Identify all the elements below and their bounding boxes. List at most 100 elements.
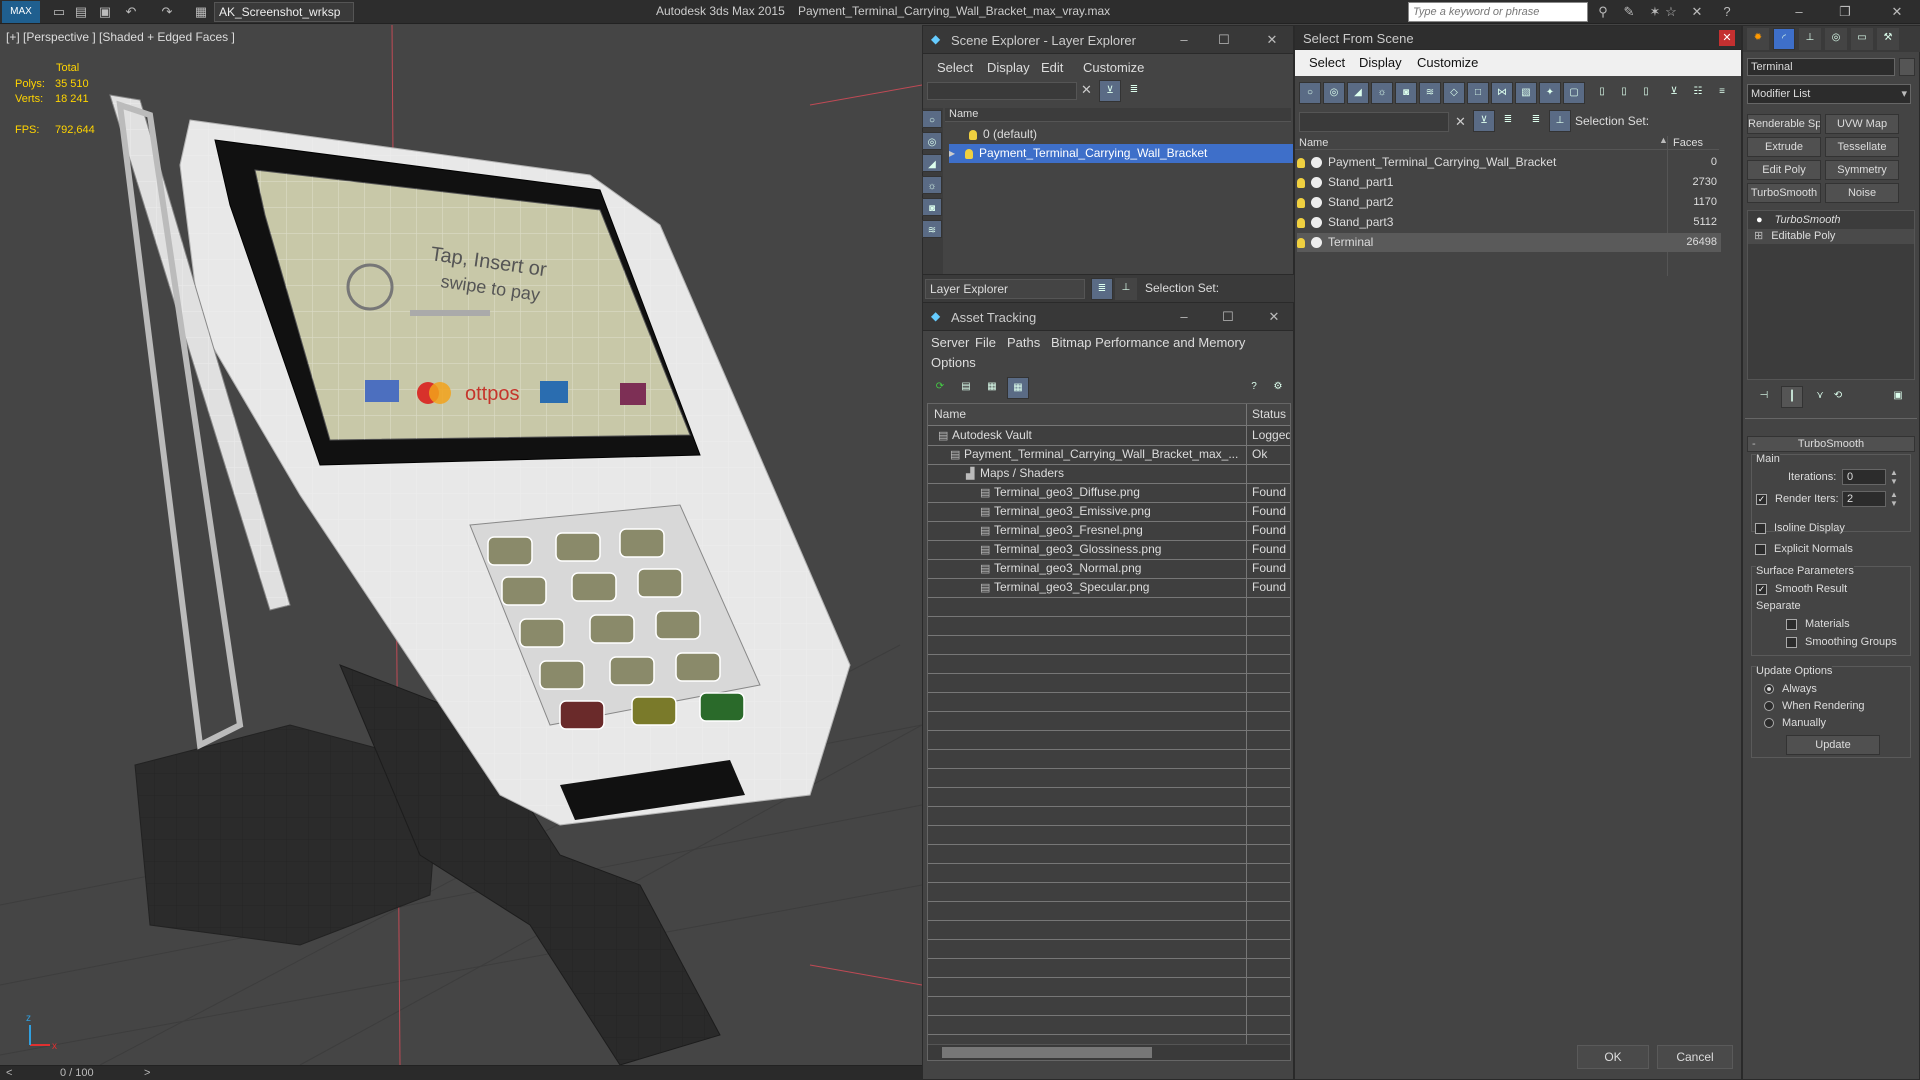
light-bulb-icon[interactable] — [1297, 157, 1305, 168]
table-row[interactable] — [928, 750, 1290, 769]
display-containers-icon[interactable]: ▧ — [1515, 82, 1537, 104]
layers-icon[interactable]: ≣ — [1091, 278, 1113, 300]
table-row[interactable] — [928, 693, 1290, 712]
chevron-down-icon[interactable]: ▾ — [1901, 85, 1907, 103]
spinner-arrows-icon[interactable]: ▲ ▼ — [1890, 468, 1898, 486]
create-tab-icon[interactable]: ✹ — [1747, 28, 1769, 50]
filter-icon[interactable]: ⊻ — [1099, 80, 1121, 102]
help-icon[interactable]: ? — [1243, 377, 1265, 399]
table-row[interactable] — [928, 674, 1290, 693]
menu-customize[interactable]: Customize — [1083, 60, 1144, 75]
scene-search-input[interactable] — [927, 82, 1077, 100]
menu-server[interactable]: Server — [931, 335, 969, 350]
when-rendering-radio[interactable] — [1764, 701, 1774, 712]
display-lights-icon[interactable]: ◢ — [1347, 82, 1369, 104]
close-icon[interactable]: ✕ — [1719, 30, 1735, 46]
table-row[interactable]: ▟ Maps / Shaders — [928, 465, 1290, 484]
help-icon[interactable]: ? — [1718, 3, 1736, 21]
object-row[interactable]: Stand_part2 1170 — [1297, 193, 1721, 212]
table-row[interactable] — [928, 807, 1290, 826]
table-row[interactable]: ▤ Terminal_geo3_Diffuse.png Found — [928, 484, 1290, 503]
time-prev-button[interactable]: < — [6, 1067, 12, 1079]
table-row[interactable] — [928, 731, 1290, 750]
bulb-icon[interactable]: ● — [1756, 214, 1763, 226]
object-row[interactable]: Stand_part3 5112 — [1297, 213, 1721, 232]
table-row[interactable]: ▤ Terminal_geo3_Glossiness.png Found — [928, 541, 1290, 560]
table-row[interactable]: ▤ Autodesk Vault Logged — [928, 427, 1290, 446]
minimize-icon[interactable]: – — [1790, 3, 1808, 21]
col-faces-header[interactable]: Faces — [1673, 137, 1703, 149]
smoothing-groups-checkbox[interactable] — [1786, 636, 1797, 648]
render-iters-spinner[interactable]: 2 — [1842, 491, 1886, 507]
turbosmooth-rollout-header[interactable]: - TurboSmooth — [1747, 436, 1915, 452]
object-name-input[interactable]: Terminal — [1747, 58, 1895, 76]
open-file-icon[interactable]: ▤ — [72, 3, 90, 21]
display-tab-icon[interactable]: ▭ — [1851, 28, 1873, 50]
table-row[interactable] — [928, 636, 1290, 655]
thumbnail-view-icon[interactable]: ▦ — [981, 377, 1003, 399]
perspective-viewport[interactable]: Tap, Insert or swipe to pay ottpos x z [… — [0, 25, 922, 1065]
hierarchy-filter-icon[interactable]: ☷ — [1687, 82, 1709, 104]
expand-icon[interactable]: ▸ — [949, 146, 955, 160]
new-file-icon[interactable]: ▭ — [50, 3, 68, 21]
light-bulb-icon[interactable] — [1297, 197, 1305, 208]
noise-button[interactable]: Noise — [1825, 183, 1899, 203]
display-hidden-icon[interactable]: ▢ — [1563, 82, 1585, 104]
options-icon[interactable]: ≡ — [1711, 82, 1733, 104]
update-button[interactable]: Update — [1786, 735, 1880, 755]
menu-bitmap-performance[interactable]: Bitmap Performance and Memory — [1051, 335, 1245, 350]
minimize-icon[interactable]: – — [1175, 31, 1193, 49]
display-helpers-icon[interactable]: ◙ — [1395, 82, 1417, 104]
symmetry-button[interactable]: Symmetry — [1825, 160, 1899, 180]
project-folder-icon[interactable]: ▦ — [192, 3, 210, 21]
close-icon[interactable]: ✕ — [1888, 3, 1906, 21]
display-shapes-icon[interactable]: ◎ — [1323, 82, 1345, 104]
pin-stack-icon[interactable]: ⊣ — [1753, 386, 1775, 408]
table-row[interactable] — [928, 769, 1290, 788]
display-lights-icon[interactable]: ☼ — [922, 176, 942, 194]
explicit-normals-checkbox[interactable] — [1755, 543, 1766, 555]
motion-tab-icon[interactable]: ◎ — [1825, 28, 1847, 50]
menu-display[interactable]: Display — [1359, 55, 1402, 70]
time-slider[interactable]: < 0 / 100 > — [0, 1065, 922, 1080]
scroll-thumb[interactable] — [942, 1047, 1152, 1058]
display-geometry-icon[interactable]: ○ — [1299, 82, 1321, 104]
ok-button[interactable]: OK — [1577, 1045, 1649, 1069]
display-spacewarps-icon[interactable]: ≋ — [1419, 82, 1441, 104]
modify-tab-icon[interactable]: ◜ — [1773, 28, 1795, 50]
layer-explorer-dropdown[interactable]: Layer Explorer — [925, 279, 1085, 299]
extrude-button[interactable]: Extrude — [1747, 137, 1821, 157]
display-geometry-icon[interactable]: ◎ — [922, 132, 942, 150]
undo-icon[interactable]: ↶ — [122, 3, 140, 21]
minimize-icon[interactable]: – — [1175, 308, 1193, 326]
menu-display[interactable]: Display — [987, 60, 1030, 75]
cancel-button[interactable]: Cancel — [1657, 1045, 1733, 1069]
wrench-icon[interactable]: ✎ — [1620, 3, 1638, 21]
keyword-search-input[interactable]: Type a keyword or phrase — [1408, 2, 1588, 22]
save-icon[interactable]: ▣ — [96, 3, 114, 21]
turbosmooth-button[interactable]: TurboSmooth — [1747, 183, 1821, 203]
maximize-icon[interactable]: ❐ — [1836, 3, 1854, 21]
table-row[interactable] — [928, 712, 1290, 731]
menu-select[interactable]: Select — [1309, 55, 1345, 70]
workspace-dropdown[interactable]: AK_Screenshot_wrksp — [214, 2, 354, 22]
modifier-list-dropdown[interactable]: Modifier List ▾ — [1747, 84, 1911, 104]
redo-icon[interactable]: ↷ — [158, 3, 176, 21]
list-view-icon[interactable]: ▤ — [955, 377, 977, 399]
column-name-header[interactable]: Name — [945, 108, 1291, 122]
light-bulb-icon[interactable] — [965, 148, 974, 159]
filter-toggle-icon[interactable]: ⊻ — [1473, 110, 1495, 132]
layer-row-default[interactable]: 0 (default) — [969, 125, 1293, 144]
display-xrefs-icon[interactable]: □ — [1467, 82, 1489, 104]
display-bones-icon[interactable]: ⋈ — [1491, 82, 1513, 104]
clear-search-icon[interactable]: ✕ — [1081, 82, 1092, 98]
x-icon[interactable]: ✕ — [1688, 3, 1706, 21]
settings-icon[interactable]: ⚙ — [1267, 377, 1289, 399]
table-row[interactable]: ▤ Terminal_geo3_Fresnel.png Found — [928, 522, 1290, 541]
table-row[interactable] — [928, 826, 1290, 845]
maximize-icon[interactable]: ☐ — [1219, 308, 1237, 326]
table-view-icon[interactable]: ▦ — [1007, 377, 1029, 399]
col-name-header[interactable]: Name — [1299, 137, 1328, 149]
always-radio[interactable] — [1764, 684, 1774, 695]
display-frozen-icon[interactable]: ✦ — [1539, 82, 1561, 104]
